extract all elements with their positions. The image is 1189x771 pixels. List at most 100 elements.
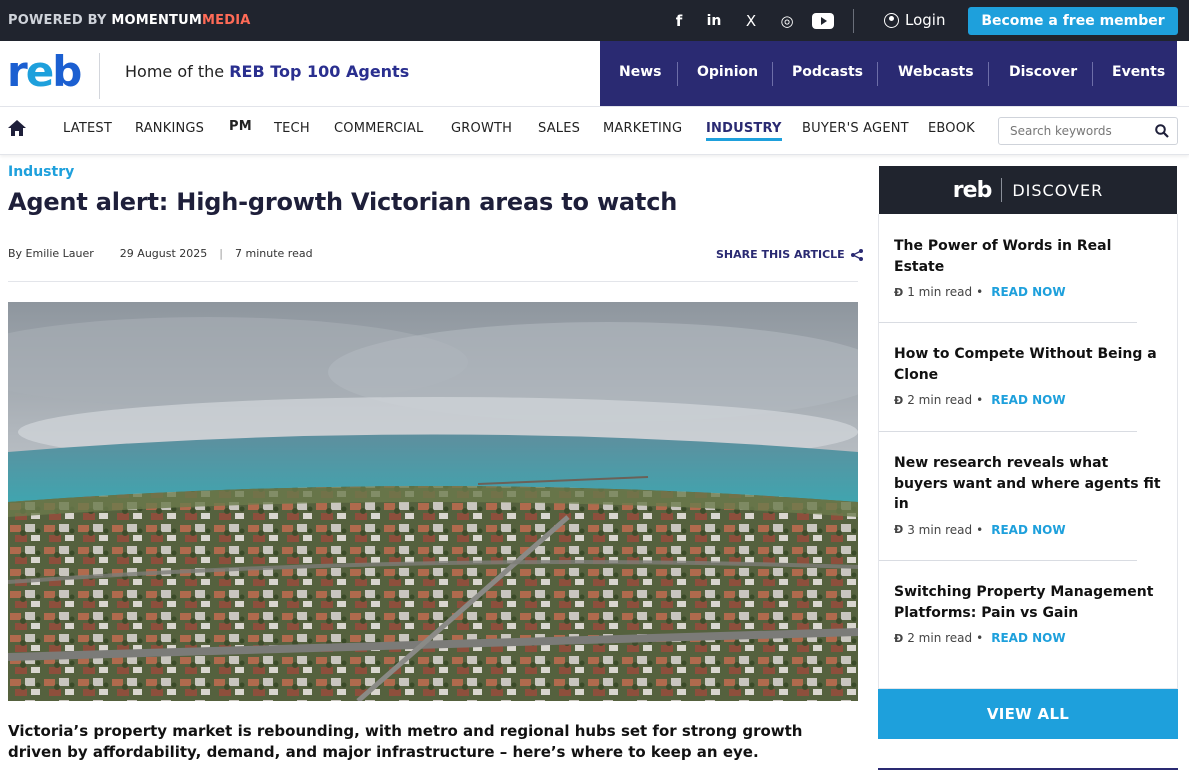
discover-item[interactable]: Switching Property Management Platforms:…	[894, 582, 1164, 645]
topbar-divider	[853, 9, 854, 33]
discover-header[interactable]: reb DISCOVER	[879, 166, 1177, 214]
nav-separator	[1092, 62, 1093, 86]
discover-reb-logo: reb	[952, 177, 993, 203]
discover-item-meta: Ð 1 min read • READ NOW	[894, 285, 1164, 299]
nav-podcasts[interactable]: Podcasts	[792, 64, 863, 80]
logo-b: b	[52, 47, 82, 96]
share-icon	[850, 248, 863, 261]
share-article-button[interactable]: SHARE THIS ARTICLE	[716, 248, 863, 261]
discover-badge-icon: Ð	[894, 393, 904, 407]
read-now-link[interactable]: READ NOW	[991, 285, 1065, 299]
powered-by[interactable]: POWERED BY MOMENTUMMEDIA	[8, 13, 251, 28]
read-now-link[interactable]: READ NOW	[991, 631, 1065, 645]
discover-read-time: 3 min read	[907, 522, 973, 537]
discover-badge-icon: Ð	[894, 285, 904, 299]
article-lede: Victoria’s property market is rebounding…	[8, 722, 803, 761]
logo-r: r	[7, 47, 28, 96]
meta-separator: |	[219, 247, 223, 260]
main-nav: News Opinion Podcasts Webcasts Discover …	[600, 41, 1177, 106]
category-nav: LATEST RANKINGS PM TECH COMMERCIAL GROWT…	[0, 107, 1189, 155]
nav-opinion[interactable]: Opinion	[697, 64, 758, 80]
nav-discover[interactable]: Discover	[1009, 64, 1077, 80]
meta-dot: •	[976, 631, 984, 645]
discover-item[interactable]: How to Compete Without Being a Clone Ð 2…	[894, 344, 1164, 407]
discover-read-time: 1 min read	[907, 285, 973, 299]
discover-divider	[1001, 178, 1003, 202]
nav-separator	[877, 62, 878, 86]
discover-label: DISCOVER	[1012, 180, 1104, 200]
nav-events[interactable]: Events	[1112, 64, 1165, 80]
category-rankings[interactable]: RANKINGS	[135, 121, 204, 136]
brand-header: reb Home of the REB Top 100 Agents News …	[0, 41, 1189, 107]
category-ebook[interactable]: EBOOK	[928, 121, 975, 136]
user-icon	[884, 12, 899, 28]
article-date: 29 August 2025	[119, 247, 208, 260]
article-headline: Agent alert: High-growth Victorian areas…	[8, 188, 678, 216]
discover-divider-line	[879, 322, 1137, 323]
category-commercial[interactable]: COMMERCIAL	[334, 121, 423, 136]
facebook-icon[interactable]: f	[668, 10, 690, 32]
meta-dot: •	[976, 522, 984, 537]
section-label[interactable]: Industry	[8, 164, 74, 180]
meta-dot: •	[976, 285, 984, 299]
discover-read-time: 2 min read	[907, 631, 973, 645]
share-label: SHARE THIS ARTICLE	[716, 248, 845, 261]
home-icon[interactable]	[8, 120, 26, 136]
linkedin-icon[interactable]: in	[703, 10, 725, 32]
discover-item[interactable]: New research reveals what buyers want an…	[894, 453, 1164, 537]
discover-item-title[interactable]: How to Compete Without Being a Clone	[894, 344, 1164, 385]
become-member-button[interactable]: Become a free member	[968, 7, 1178, 35]
login-label: Login	[905, 11, 946, 29]
discover-item-meta: Ð 2 min read • READ NOW	[894, 631, 1164, 645]
discover-item-meta: Ð 2 min read • READ NOW	[894, 393, 1164, 407]
category-growth[interactable]: GROWTH	[451, 121, 512, 136]
discover-item[interactable]: The Power of Words in Real Estate Ð 1 mi…	[894, 236, 1164, 299]
discover-divider-line	[879, 431, 1137, 432]
x-twitter-icon[interactable]: X	[740, 10, 762, 32]
sidebar-bottom-rule	[878, 768, 1178, 770]
category-sales[interactable]: SALES	[538, 121, 580, 136]
article-byline[interactable]: By Emilie Lauer	[8, 247, 94, 260]
powered-by-prefix: POWERED BY	[8, 13, 107, 28]
instagram-icon[interactable]: ◎	[776, 10, 798, 32]
brand-divider	[99, 53, 100, 99]
discover-badge-icon: Ð	[894, 631, 904, 645]
category-industry[interactable]: INDUSTRY	[706, 121, 782, 141]
tagline[interactable]: Home of the REB Top 100 Agents	[125, 62, 409, 81]
article-read-time: 7 minute read	[235, 247, 313, 260]
category-marketing[interactable]: MARKETING	[603, 121, 682, 136]
youtube-icon[interactable]	[812, 10, 834, 32]
discover-item-title[interactable]: The Power of Words in Real Estate	[894, 236, 1164, 277]
search-icon[interactable]	[1155, 124, 1169, 138]
logo-e: e	[25, 47, 54, 96]
nav-separator	[677, 62, 678, 86]
discover-divider-line	[879, 560, 1137, 561]
discover-badge-icon: Ð	[894, 523, 904, 536]
discover-read-time: 2 min read	[907, 393, 973, 407]
discover-item-title[interactable]: Switching Property Management Platforms:…	[894, 582, 1164, 623]
meta-divider	[8, 281, 858, 282]
view-all-button[interactable]: VIEW ALL	[878, 689, 1178, 739]
meta-dot: •	[976, 393, 984, 407]
tagline-prefix: Home of the	[125, 62, 230, 81]
category-tech[interactable]: TECH	[274, 121, 310, 136]
reb-logo[interactable]: reb	[7, 51, 82, 93]
nav-separator	[772, 62, 773, 86]
article-meta: By Emilie Lauer 29 August 2025 | 7 minut…	[8, 247, 313, 260]
nav-separator	[988, 62, 989, 86]
category-pm[interactable]: PM	[229, 119, 252, 134]
discover-item-meta: Ð 3 min read • READ NOW	[894, 523, 1164, 537]
momentum-brand: MOMENTUM	[111, 13, 203, 28]
nav-webcasts[interactable]: Webcasts	[898, 64, 974, 80]
nav-news[interactable]: News	[619, 64, 661, 80]
top-bar: POWERED BY MOMENTUMMEDIA f in X ◎ Login …	[0, 0, 1189, 41]
search-box[interactable]: Search keywords	[998, 117, 1178, 145]
search-input[interactable]: Search keywords	[1010, 124, 1112, 138]
discover-item-title[interactable]: New research reveals what buyers want an…	[894, 453, 1164, 515]
category-latest[interactable]: LATEST	[63, 121, 112, 136]
read-now-link[interactable]: READ NOW	[991, 523, 1065, 537]
category-buyers-agent[interactable]: BUYER'S AGENT	[802, 121, 909, 136]
login-button[interactable]: Login	[884, 11, 945, 29]
read-now-link[interactable]: READ NOW	[991, 393, 1065, 407]
tagline-highlight: REB Top 100 Agents	[229, 62, 410, 81]
